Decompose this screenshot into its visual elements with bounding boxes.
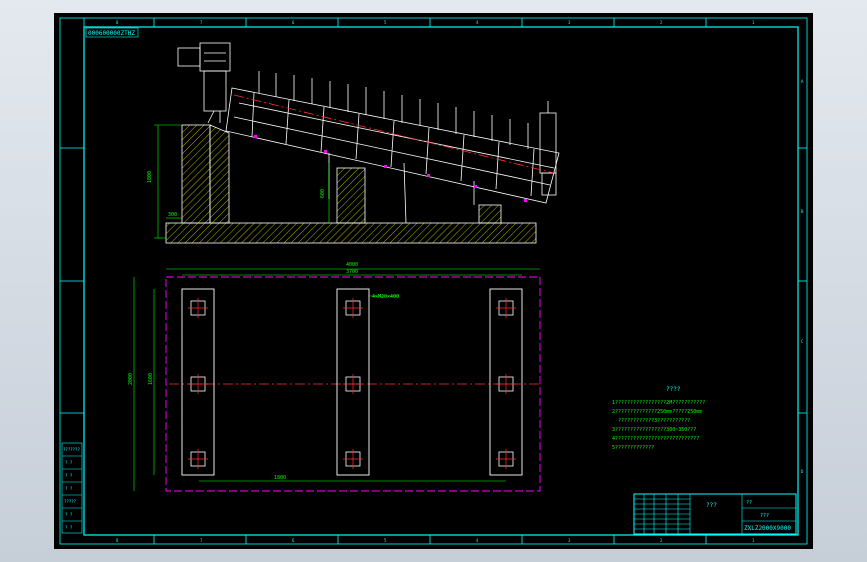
svg-text:? ?: ? ? [65, 525, 73, 530]
plan-view: 4000 3700 2000 1600 1800 4×M20×400 [128, 262, 542, 492]
frame-zone-markers: 8 7 6 5 4 3 2 1 8 7 6 5 4 3 2 1 A B C D [116, 20, 804, 543]
dim-pad: 300 [168, 212, 177, 218]
svg-text:3: 3 [568, 20, 571, 25]
svg-text:4: 4 [476, 538, 479, 543]
left-pier [181, 124, 211, 224]
svg-text:1: 1 [752, 538, 755, 543]
svg-text:1: 1 [752, 20, 755, 25]
foundation-strips [181, 288, 523, 476]
dim-mid-height: 600 [320, 189, 326, 198]
drawing-code-top: 000600000ZTHZ [88, 30, 135, 37]
foundation-slab [165, 222, 537, 244]
svg-text:B: B [801, 209, 804, 214]
svg-text:7: 7 [200, 538, 203, 543]
svg-text:?????: ????? [64, 499, 77, 504]
machine-centerline [233, 94, 555, 174]
svg-text:2: 2 [660, 20, 663, 25]
svg-text:8: 8 [116, 20, 119, 25]
screen-machine [225, 71, 560, 224]
svg-text:? ?: ? ? [65, 512, 73, 517]
technical-notes: ???? 1?????????????????2M??????????? 2??… [612, 386, 705, 451]
svg-text:4: 4 [476, 20, 479, 25]
bolt-crosshairs [188, 298, 516, 469]
note-line: 3?????????????????300~350??? [612, 427, 696, 433]
anchor-bolt-boxes [190, 300, 514, 467]
title-block-name: ??? [706, 502, 717, 509]
note-line: 4???????????????????????????? [612, 436, 699, 442]
svg-text:5: 5 [384, 20, 387, 25]
svg-text:6: 6 [292, 20, 295, 25]
left-pier-slope [209, 124, 230, 224]
dim-callout: 4×M20×400 [372, 294, 399, 300]
svg-text:7: 7 [200, 20, 203, 25]
middle-pier [336, 167, 366, 224]
note-line: 5????????????? [612, 445, 654, 451]
anchor-markers [254, 135, 527, 202]
notes-heading: ???? [666, 386, 681, 393]
svg-text:A: A [801, 79, 804, 84]
cad-viewport[interactable]: 8 7 6 5 4 3 2 1 8 7 6 5 4 3 2 1 A B C D 000600000ZTHZ… [54, 13, 813, 549]
svg-text:? ?: ? ? [65, 473, 73, 478]
svg-text:???????: ??????? [63, 447, 80, 452]
svg-text:3: 3 [568, 538, 571, 543]
drive-motor [177, 42, 231, 124]
drawing-frame [59, 17, 808, 545]
svg-text:C: C [801, 339, 804, 344]
note-line: 1?????????????????2M??????????? [612, 400, 705, 406]
svg-text:? ?: ? ? [65, 460, 73, 465]
svg-text:? ?: ? ? [65, 486, 73, 491]
svg-text:2: 2 [660, 538, 663, 543]
title-block-sheet: ?? [746, 500, 752, 506]
dim-inner-width: 1600 [148, 373, 154, 385]
dim-total-length: 4000 [346, 262, 358, 268]
title-block-mid: ??? [760, 513, 769, 519]
svg-text:6: 6 [292, 538, 295, 543]
right-pad [478, 204, 502, 224]
revision-table-labels: ??????? ? ? ? ? ? ? ????? ? ? ? ? [63, 447, 80, 530]
svg-text:8: 8 [116, 538, 119, 543]
drawing-code-bottom: ZXLZ2000X9000 [744, 525, 791, 532]
elevation-dimensions [154, 124, 330, 239]
svg-text:5: 5 [384, 538, 387, 543]
note-line: ????????????3??????????? [618, 418, 690, 424]
dim-total-width: 2000 [128, 373, 134, 385]
svg-text:D: D [801, 469, 804, 474]
dim-span: 1800 [274, 475, 286, 481]
tail-assembly [539, 101, 557, 196]
note-line: 2??????????????250mm?????250mm [612, 409, 702, 415]
side-elevation-view: 1800 600 300 [147, 42, 560, 244]
dim-left-height: 1800 [147, 171, 153, 183]
drawing-code-box: 000600000ZTHZ [85, 27, 139, 38]
dim-inner-length: 3700 [346, 269, 358, 275]
